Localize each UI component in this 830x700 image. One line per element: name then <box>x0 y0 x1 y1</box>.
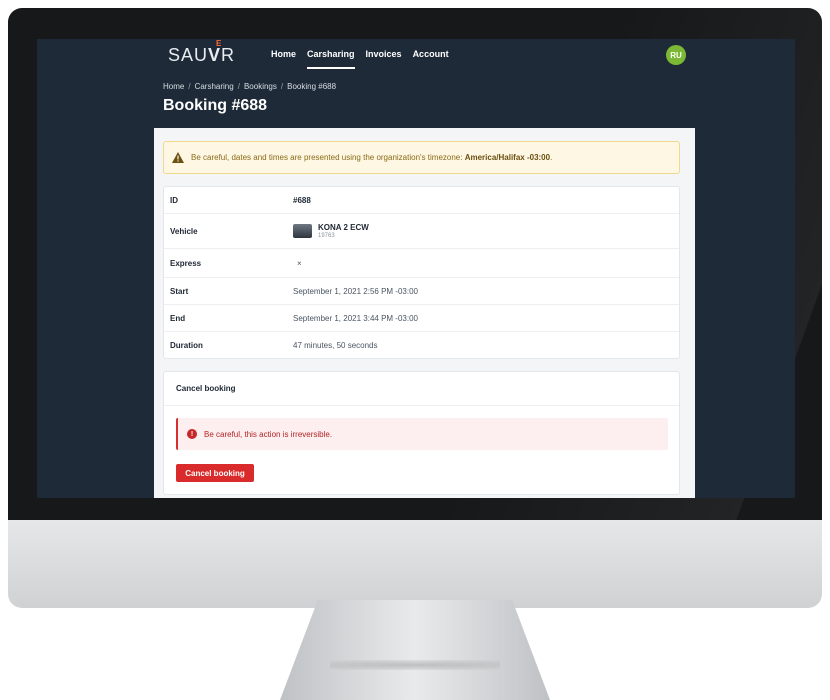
breadcrumb-separator: / <box>188 82 191 91</box>
detail-row-express: Express × <box>164 249 679 278</box>
cancel-booking-button[interactable]: Cancel booking <box>176 464 254 482</box>
nav-item-carsharing[interactable]: Carsharing <box>307 49 355 69</box>
detail-row-duration: Duration 47 minutes, 50 seconds <box>164 332 679 359</box>
detail-row-start: Start September 1, 2021 2:56 PM -03:00 <box>164 278 679 305</box>
logo[interactable]: SAUV E R <box>168 39 236 66</box>
booking-details: ID #688 Vehicle KONA 2 ECW 19763 Express… <box>163 186 680 359</box>
detail-key: Express <box>170 258 202 268</box>
warning-icon <box>172 152 184 163</box>
logo-v-text: V <box>208 45 222 65</box>
logo-text-suffix: R <box>221 45 236 65</box>
timezone-warning-end: . <box>550 153 553 162</box>
breadcrumb-carsharing[interactable]: Carsharing <box>195 82 234 91</box>
timezone-warning-text: Be careful, dates and times are presente… <box>191 153 463 162</box>
stand-shadow <box>330 660 500 670</box>
logo-sup: E <box>216 39 223 48</box>
detail-row-id: ID #688 <box>164 187 679 214</box>
content-panel: Be careful, dates and times are presente… <box>154 128 695 498</box>
detail-row-end: End September 1, 2021 3:44 PM -03:00 <box>164 305 679 332</box>
nav-item-account[interactable]: Account <box>413 49 449 69</box>
detail-key: ID <box>170 195 178 205</box>
vehicle-thumbnail <box>293 224 312 238</box>
breadcrumb: Home / Carsharing / Bookings / Booking #… <box>163 82 336 91</box>
detail-value: #688 <box>293 195 311 205</box>
detail-key: Vehicle <box>170 226 198 236</box>
timezone-value: America/Halifax -03:00 <box>464 153 551 162</box>
logo-text-prefix: SAU <box>168 45 209 65</box>
irreversible-alert: ! Be careful, this action is irreversibl… <box>176 418 668 450</box>
detail-value: September 1, 2021 2:56 PM -03:00 <box>293 286 418 296</box>
detail-row-vehicle: Vehicle KONA 2 ECW 19763 <box>164 214 679 249</box>
irreversible-alert-text: Be careful, this action is irreversible. <box>204 429 333 439</box>
detail-value: 47 minutes, 50 seconds <box>293 341 378 350</box>
detail-key: End <box>170 313 186 323</box>
nav-item-home[interactable]: Home <box>271 49 296 69</box>
breadcrumb-home[interactable]: Home <box>163 82 184 91</box>
monitor-chin <box>8 520 822 608</box>
screen: SAUV E R Home Carsharing Invoices Account … <box>37 39 795 498</box>
vehicle-cell[interactable]: KONA 2 ECW 19763 <box>293 223 369 240</box>
detail-value: September 1, 2021 3:44 PM -03:00 <box>293 313 418 323</box>
page-title: Booking #688 <box>163 97 268 114</box>
cancel-card-title: Cancel booking <box>164 372 679 406</box>
vehicle-number: 19763 <box>318 232 335 239</box>
cancel-booking-card: Cancel booking ! Be careful, this action… <box>163 371 680 495</box>
nav-menu: Home Carsharing Invoices Account <box>271 49 449 69</box>
logo-v: VE <box>208 39 222 65</box>
express-cross-icon: × <box>297 258 302 268</box>
navbar: SAUV E R Home Carsharing Invoices Account … <box>37 39 795 71</box>
breadcrumb-current: Booking #688 <box>287 82 337 91</box>
nav-item-invoices[interactable]: Invoices <box>366 49 402 69</box>
breadcrumb-separator: / <box>237 82 240 91</box>
timezone-warning: Be careful, dates and times are presente… <box>163 141 680 174</box>
detail-key: Duration <box>170 341 203 350</box>
vehicle-name: KONA 2 ECW <box>318 222 369 232</box>
detail-key: Start <box>170 286 189 296</box>
breadcrumb-bookings[interactable]: Bookings <box>244 82 277 91</box>
error-icon: ! <box>187 429 197 439</box>
avatar[interactable]: RU <box>666 45 686 65</box>
vehicle-info: KONA 2 ECW 19763 <box>318 223 369 240</box>
monitor-stand <box>280 600 550 700</box>
breadcrumb-separator: / <box>280 82 284 91</box>
